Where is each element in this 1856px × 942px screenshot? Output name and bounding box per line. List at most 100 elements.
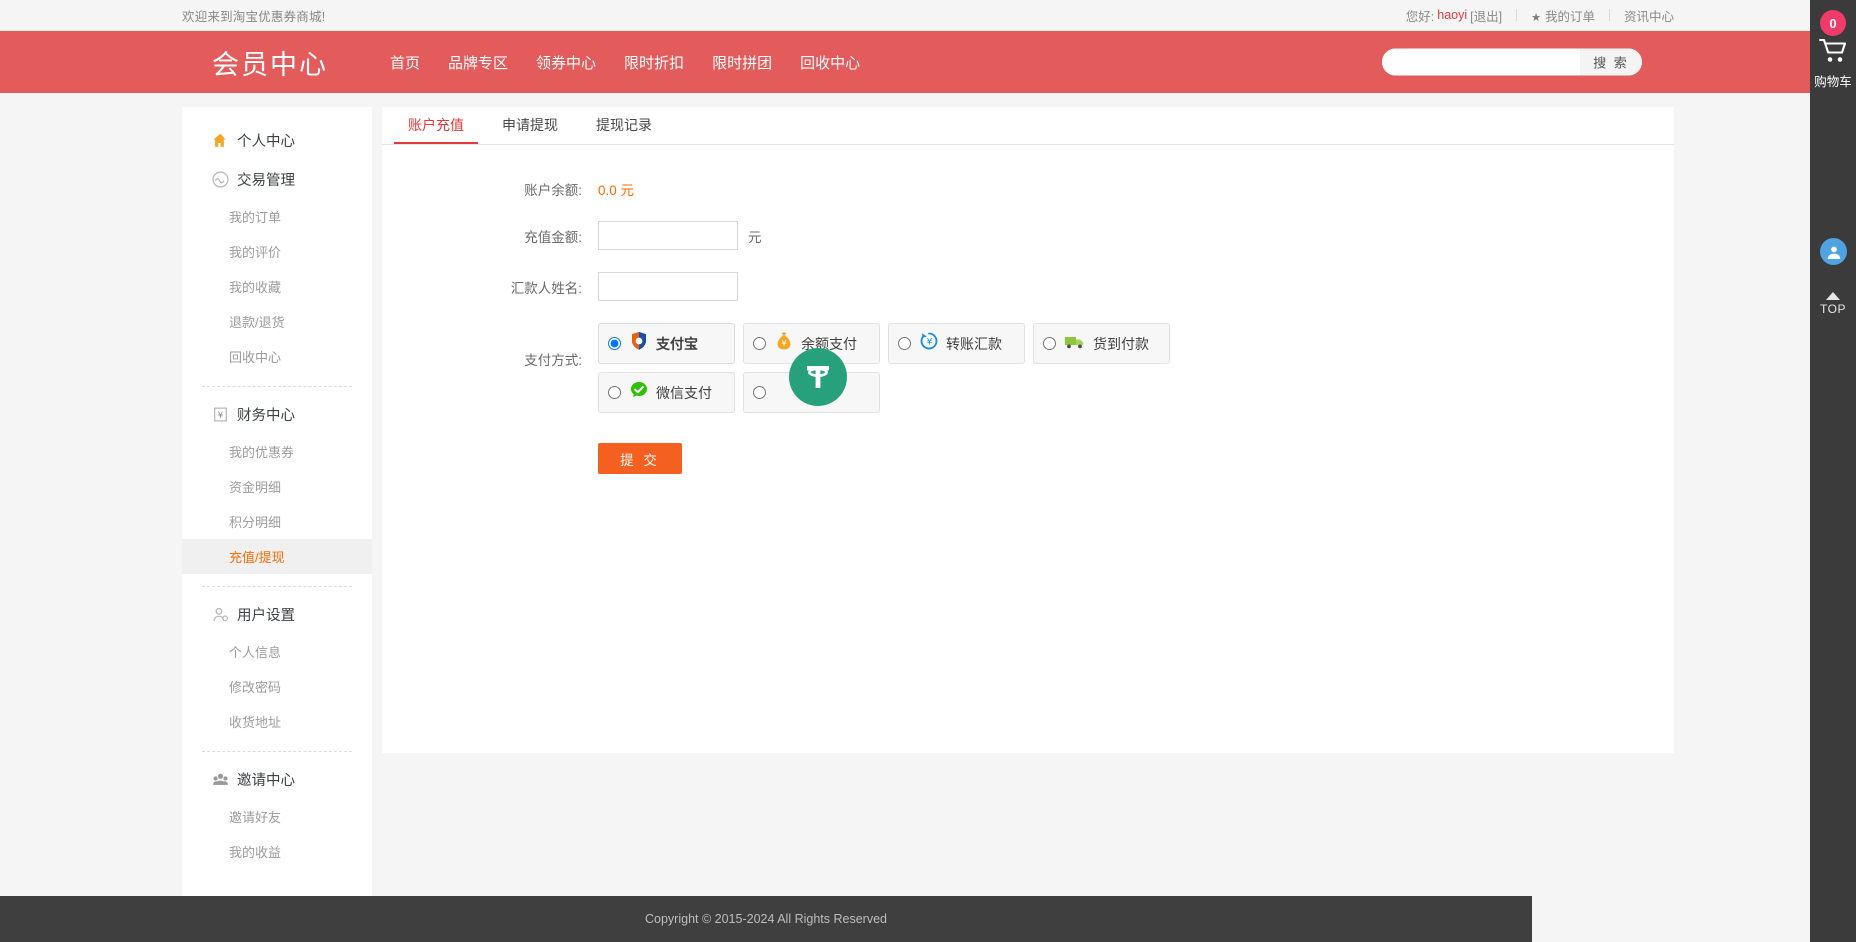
pay-option-label: 货到付款 xyxy=(1093,334,1149,354)
sidebar-group-invite: 邀请中心 邀请好友 我的收益 xyxy=(182,760,372,869)
pay-radio-balance[interactable] xyxy=(753,337,766,350)
right-rail: 0 购物车 TOP xyxy=(1810,0,1856,942)
my-orders-link[interactable]: ★我的订单 xyxy=(1531,6,1595,25)
cart-count-badge: 0 xyxy=(1820,10,1846,36)
pay-radio-bank-transfer[interactable] xyxy=(898,337,911,350)
svg-text:¥: ¥ xyxy=(927,338,933,348)
tab-account-recharge[interactable]: 账户充值 xyxy=(394,107,478,144)
sidebar-item-profile-info[interactable]: 个人信息 xyxy=(182,634,372,669)
usdt-icon xyxy=(789,348,847,406)
sidebar-group-label: 交易管理 xyxy=(237,169,295,190)
cart-button[interactable]: 购物车 xyxy=(1810,38,1856,91)
news-center-link[interactable]: 资讯中心 xyxy=(1624,6,1674,25)
sidebar-group-label: 个人中心 xyxy=(237,130,295,151)
sidebar-item-personal-center[interactable]: 个人中心 xyxy=(182,121,372,160)
search-input[interactable] xyxy=(1382,49,1580,76)
pay-option-label: 支付宝 xyxy=(656,334,698,354)
sidebar-item-fund-details[interactable]: 资金明细 xyxy=(182,469,372,504)
nav-item-flash-group[interactable]: 限时拼团 xyxy=(698,52,786,73)
content-wrap: 个人中心 交易管理 我的订单 我的评价 我的收藏 退款/退货 回收中心 xyxy=(172,93,1684,899)
star-icon: ★ xyxy=(1531,12,1541,24)
sidebar-item-transaction-management[interactable]: 交易管理 xyxy=(182,160,372,199)
search-button[interactable]: 搜 索 xyxy=(1580,49,1642,76)
top-label: TOP xyxy=(1820,302,1846,316)
alipay-icon xyxy=(629,331,649,356)
sidebar-divider xyxy=(202,751,352,752)
pay-radio-alipay[interactable] xyxy=(608,337,621,350)
home-icon xyxy=(212,132,229,149)
sidebar-group-finance: ¥ 财务中心 我的优惠券 资金明细 积分明细 充值/提现 xyxy=(182,395,372,574)
tab-withdraw-records[interactable]: 提现记录 xyxy=(582,107,666,144)
sidebar-item-invite-friends[interactable]: 邀请好友 xyxy=(182,799,372,834)
transaction-icon xyxy=(212,171,229,188)
pay-radio-usdt[interactable] xyxy=(753,386,766,399)
amount-row: 充值金额: 元 xyxy=(382,221,1674,250)
sidebar-item-shipping-address[interactable]: 收货地址 xyxy=(182,704,372,739)
cart-label: 购物车 xyxy=(1814,73,1852,91)
payer-row: 汇款人姓名: xyxy=(382,272,1674,301)
sidebar-divider xyxy=(202,586,352,587)
site-footer: Copyright © 2015-2024 All Rights Reserve… xyxy=(0,896,1532,942)
sidebar-item-change-password[interactable]: 修改密码 xyxy=(182,669,372,704)
welcome-text: 欢迎来到淘宝优惠券商城! xyxy=(182,6,325,25)
sidebar-item-recharge-withdraw[interactable]: 充值/提现 xyxy=(182,539,372,574)
pay-option-label: 转账汇款 xyxy=(946,334,1002,354)
copyright-text: Copyright © 2015-2024 All Rights Reserve… xyxy=(645,912,887,926)
sidebar-item-my-earnings[interactable]: 我的收益 xyxy=(182,834,372,869)
wechat-pay-icon xyxy=(629,380,649,405)
nav-item-brand-zone[interactable]: 品牌专区 xyxy=(434,52,522,73)
submit-row: 提 交 xyxy=(382,443,1674,474)
recharge-form: 账户余额: 0.0 元 充值金额: 元 汇款人姓名: 支付方式: xyxy=(382,145,1674,474)
chevron-up-icon xyxy=(1826,292,1840,300)
pay-option-wechat-pay[interactable]: 微信支付 xyxy=(598,372,735,413)
pay-option-bank-transfer[interactable]: ¥ 转账汇款 xyxy=(888,323,1025,364)
page-root: 欢迎来到淘宝优惠券商城! 您好: haoyi [退出] ★我的订单 资讯中心 会… xyxy=(0,0,1856,942)
customer-service-icon[interactable] xyxy=(1820,238,1847,265)
sidebar-item-my-reviews[interactable]: 我的评价 xyxy=(182,234,372,269)
nav-item-recycle-center[interactable]: 回收中心 xyxy=(786,52,874,73)
user-settings-icon xyxy=(212,606,229,623)
balance-row: 账户余额: 0.0 元 xyxy=(382,179,1674,199)
invite-icon xyxy=(212,771,229,788)
logout-link[interactable]: [退出] xyxy=(1470,6,1502,25)
pay-radio-wechat-pay[interactable] xyxy=(608,386,621,399)
main-panel: 账户充值 申请提现 提现记录 账户余额: 0.0 元 充值金额: 元 汇款人姓名… xyxy=(382,107,1674,753)
search-box: 搜 索 xyxy=(1382,49,1642,76)
nav-item-home[interactable]: 首页 xyxy=(376,52,434,73)
sidebar-group-label: 用户设置 xyxy=(237,604,295,625)
back-to-top-button[interactable]: TOP xyxy=(1810,292,1856,316)
pay-option-cash-on-delivery[interactable]: 货到付款 xyxy=(1033,323,1170,364)
bank-transfer-icon: ¥ xyxy=(919,331,939,356)
nav-item-coupon-center[interactable]: 领券中心 xyxy=(522,52,610,73)
balance-label: 账户余额: xyxy=(382,179,598,199)
site-logo[interactable]: 会员中心 xyxy=(212,43,328,82)
sidebar-item-user-settings[interactable]: 用户设置 xyxy=(182,595,372,634)
sidebar-item-recycle-center[interactable]: 回收中心 xyxy=(182,339,372,374)
sidebar-item-points-details[interactable]: 积分明细 xyxy=(182,504,372,539)
payer-name-input[interactable] xyxy=(598,272,738,301)
site-header: 会员中心 首页 品牌专区 领券中心 限时折扣 限时拼团 回收中心 搜 索 xyxy=(0,31,1856,93)
pay-option-alipay[interactable]: 支付宝 xyxy=(598,323,735,364)
pay-method-label: 支付方式: xyxy=(382,323,598,369)
sidebar-item-my-orders[interactable]: 我的订单 xyxy=(182,199,372,234)
recharge-amount-input[interactable] xyxy=(598,221,738,250)
pay-radio-cash-on-delivery[interactable] xyxy=(1043,337,1056,350)
sidebar-group-label: 财务中心 xyxy=(237,404,295,425)
hello-label: 您好: xyxy=(1406,6,1434,25)
payer-name-label: 汇款人姓名: xyxy=(382,277,598,297)
username-link[interactable]: haoyi xyxy=(1434,8,1470,22)
submit-button[interactable]: 提 交 xyxy=(598,443,682,474)
sidebar-item-my-favorites[interactable]: 我的收藏 xyxy=(182,269,372,304)
divider xyxy=(1609,9,1610,21)
amount-unit: 元 xyxy=(748,226,762,246)
sidebar-item-invite-center[interactable]: 邀请中心 xyxy=(182,760,372,799)
top-bar: 欢迎来到淘宝优惠券商城! 您好: haoyi [退出] ★我的订单 资讯中心 xyxy=(0,0,1856,31)
sidebar: 个人中心 交易管理 我的订单 我的评价 我的收藏 退款/退货 回收中心 xyxy=(182,107,372,899)
tab-apply-withdraw[interactable]: 申请提现 xyxy=(488,107,572,144)
sidebar-item-my-coupons[interactable]: 我的优惠券 xyxy=(182,434,372,469)
sidebar-item-refund-return[interactable]: 退款/退货 xyxy=(182,304,372,339)
nav-item-flash-discount[interactable]: 限时折扣 xyxy=(610,52,698,73)
sidebar-group-user-settings: 用户设置 个人信息 修改密码 收货地址 xyxy=(182,595,372,739)
sidebar-divider xyxy=(202,386,352,387)
sidebar-item-finance-center[interactable]: ¥ 财务中心 xyxy=(182,395,372,434)
